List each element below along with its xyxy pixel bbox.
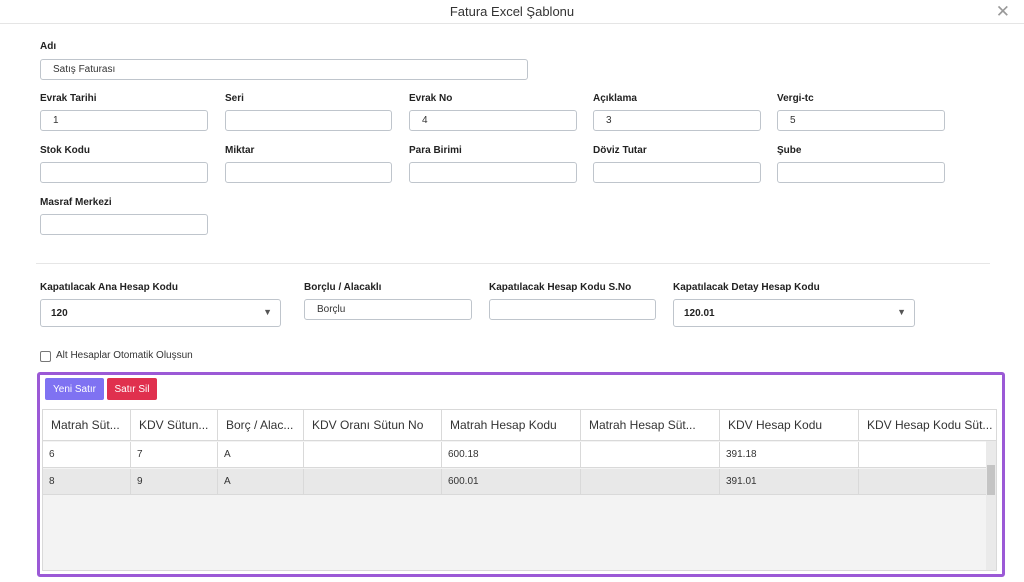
column-header[interactable]: Matrah Hesap Kodu [442, 410, 581, 441]
table-cell[interactable]: 391.18 [720, 442, 859, 468]
delete-row-button[interactable]: Satır Sil [107, 378, 157, 400]
grid-panel: Yeni Satır Satır Sil Matrah Süt... KDV S… [37, 372, 1005, 577]
miktar-label: Miktar [225, 145, 255, 156]
column-header[interactable]: Borç / Alac... [218, 410, 304, 441]
table-header: Matrah Süt... KDV Sütun... Borç / Alac..… [43, 410, 996, 441]
table-cell[interactable] [304, 442, 442, 468]
borclu-input[interactable] [304, 299, 472, 320]
sube-input[interactable] [777, 162, 945, 183]
table-cell[interactable] [304, 469, 442, 495]
table-row[interactable]: 6 7 A 600.18 391.18 [43, 442, 989, 468]
table-cell[interactable]: 9 [131, 469, 218, 495]
table-cell[interactable]: 600.01 [442, 469, 581, 495]
vertical-scrollbar[interactable] [986, 441, 996, 570]
table-cell[interactable] [581, 469, 720, 495]
table-cell[interactable]: 391.01 [720, 469, 859, 495]
evrak-tarihi-input[interactable] [40, 110, 208, 131]
vergi-input[interactable] [777, 110, 945, 131]
miktar-input[interactable] [225, 162, 392, 183]
table-cell[interactable]: A [218, 442, 304, 468]
ana-hesap-select[interactable]: 120 ▼ [40, 299, 281, 327]
name-input[interactable] [40, 59, 528, 80]
name-label: Adı [40, 41, 57, 52]
section-divider [36, 263, 990, 264]
detay-hesap-label: Kapatılacak Detay Hesap Kodu [673, 282, 820, 293]
close-icon[interactable]: ✕ [996, 2, 1010, 22]
doviz-tutar-label: Döviz Tutar [593, 145, 647, 156]
evrak-tarihi-label: Evrak Tarihi [40, 93, 97, 104]
vergi-label: Vergi-tc [777, 93, 814, 104]
data-table: Matrah Süt... KDV Sütun... Borç / Alac..… [42, 409, 997, 571]
hesap-sno-label: Kapatılacak Hesap Kodu S.No [489, 282, 632, 293]
evrak-no-input[interactable] [409, 110, 577, 131]
seri-label: Seri [225, 93, 244, 104]
hesap-sno-input[interactable] [489, 299, 656, 320]
column-header[interactable]: KDV Oranı Sütun No [304, 410, 442, 441]
table-cell[interactable]: 6 [43, 442, 131, 468]
table-cell[interactable]: 600.18 [442, 442, 581, 468]
ana-hesap-value: 120 [51, 308, 68, 319]
stok-kodu-label: Stok Kodu [40, 145, 90, 156]
table-cell[interactable] [859, 442, 989, 468]
checkbox-icon[interactable] [40, 351, 51, 362]
table-cell[interactable] [859, 469, 989, 495]
borclu-label: Borçlu / Alacaklı [304, 282, 382, 293]
column-header[interactable]: Matrah Hesap Süt... [581, 410, 720, 441]
sube-label: Şube [777, 145, 802, 156]
para-birimi-input[interactable] [409, 162, 577, 183]
table-cell[interactable]: A [218, 469, 304, 495]
scrollbar-thumb[interactable] [987, 465, 995, 495]
para-birimi-label: Para Birimi [409, 145, 462, 156]
masraf-merkezi-label: Masraf Merkezi [40, 197, 112, 208]
stok-kodu-input[interactable] [40, 162, 208, 183]
column-header[interactable]: KDV Hesap Kodu [720, 410, 859, 441]
table-cell[interactable]: 8 [43, 469, 131, 495]
aciklama-input[interactable] [593, 110, 761, 131]
chevron-down-icon: ▼ [263, 307, 272, 317]
detay-hesap-value: 120.01 [684, 308, 715, 319]
table-cell[interactable] [581, 442, 720, 468]
evrak-no-label: Evrak No [409, 93, 453, 104]
column-header[interactable]: Matrah Süt... [43, 410, 131, 441]
window-title: Fatura Excel Şablonu [449, 4, 575, 19]
detay-hesap-select[interactable]: 120.01 ▼ [673, 299, 915, 327]
column-header[interactable]: KDV Hesap Kodu Süt... [859, 410, 996, 441]
chevron-down-icon: ▼ [897, 307, 906, 317]
column-header[interactable]: KDV Sütun... [131, 410, 218, 441]
doviz-tutar-input[interactable] [593, 162, 761, 183]
ana-hesap-label: Kapatılacak Ana Hesap Kodu [40, 282, 179, 293]
add-row-button[interactable]: Yeni Satır [45, 378, 104, 400]
alt-hesaplar-label: Alt Hesaplar Otomatik Oluşsun [56, 350, 193, 361]
table-cell[interactable]: 7 [131, 442, 218, 468]
aciklama-label: Açıklama [593, 93, 637, 104]
masraf-merkezi-input[interactable] [40, 214, 208, 235]
table-row[interactable]: 8 9 A 600.01 391.01 [43, 469, 989, 495]
window-titlebar: Fatura Excel Şablonu ✕ [0, 0, 1024, 24]
seri-input[interactable] [225, 110, 392, 131]
